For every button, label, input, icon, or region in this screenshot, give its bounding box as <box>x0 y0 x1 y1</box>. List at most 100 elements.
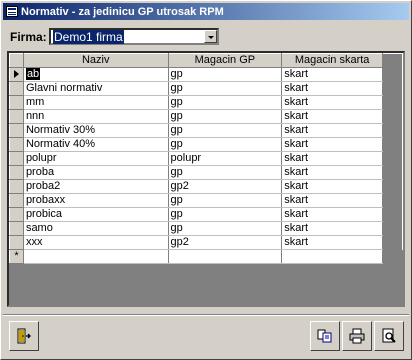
new-record-selector[interactable]: * <box>9 249 24 264</box>
cell-naziv[interactable]: Normativ 40% <box>23 137 169 152</box>
normativ-datasheet[interactable]: Naziv Magacin GP Magacin skarta ab gp skar… <box>7 51 405 307</box>
table-row[interactable]: probica gp skart <box>9 207 403 222</box>
new-record-cell[interactable] <box>168 249 283 264</box>
cell-naziv[interactable]: nnn <box>23 109 169 124</box>
cell-magacin-gp[interactable]: gp <box>168 123 283 138</box>
record-selector[interactable] <box>9 137 24 152</box>
table-row[interactable]: ab gp skart <box>9 67 403 82</box>
cell-text: gp <box>170 82 183 94</box>
cell-magacin-skarta[interactable]: skart <box>281 67 384 82</box>
chevron-down-icon[interactable] <box>204 30 217 43</box>
row-filler <box>382 123 403 138</box>
window-title: Normativ - za jedinicu GP utrosak RPM <box>21 5 224 18</box>
copy-button[interactable] <box>310 321 340 351</box>
record-selector[interactable] <box>9 221 24 236</box>
print-preview-button[interactable] <box>374 321 404 351</box>
cell-text: nnn <box>25 110 45 122</box>
table-row[interactable]: proba2 gp2 skart <box>9 179 403 194</box>
cell-naziv[interactable]: mm <box>23 95 169 110</box>
table-row[interactable]: samo gp skart <box>9 221 403 236</box>
table-row[interactable]: xxx gp2 skart <box>9 235 403 250</box>
cell-magacin-gp[interactable]: polupr <box>168 151 283 166</box>
cell-magacin-skarta[interactable]: skart <box>281 235 384 250</box>
table-row[interactable]: probaxx gp skart <box>9 193 403 208</box>
cell-magacin-skarta[interactable]: skart <box>281 109 384 124</box>
cell-magacin-gp[interactable]: gp <box>168 221 283 236</box>
cell-magacin-skarta[interactable]: skart <box>281 151 384 166</box>
cell-naziv[interactable]: ab <box>23 67 169 82</box>
exit-button[interactable] <box>9 321 39 351</box>
record-selector[interactable] <box>9 95 24 110</box>
record-selector[interactable] <box>9 165 24 180</box>
row-filler <box>382 95 403 110</box>
cell-magacin-skarta[interactable]: skart <box>281 207 384 222</box>
column-header-magacin-skarta[interactable]: Magacin skarta <box>281 53 384 68</box>
table-row[interactable]: Normativ 40% gp skart <box>9 137 403 152</box>
table-row[interactable]: nnn gp skart <box>9 109 403 124</box>
record-selector[interactable] <box>9 109 24 124</box>
cell-naziv[interactable]: Normativ 30% <box>23 123 169 138</box>
cell-text: probaxx <box>25 194 66 206</box>
table-row[interactable]: mm gp skart <box>9 95 403 110</box>
cell-magacin-skarta[interactable]: skart <box>281 123 384 138</box>
cell-magacin-gp[interactable]: gp <box>168 165 283 180</box>
cell-magacin-gp[interactable]: gp <box>168 81 283 96</box>
record-selector[interactable] <box>9 193 24 208</box>
cell-magacin-gp[interactable]: gp2 <box>168 179 283 194</box>
cell-naziv[interactable]: proba <box>23 165 169 180</box>
record-selector[interactable] <box>9 123 24 138</box>
cell-magacin-skarta[interactable]: skart <box>281 165 384 180</box>
cell-naziv[interactable]: proba2 <box>23 179 169 194</box>
new-record-cell[interactable] <box>281 249 384 264</box>
record-selector[interactable] <box>9 81 24 96</box>
row-filler <box>382 109 403 124</box>
cell-magacin-gp[interactable]: gp <box>168 137 283 152</box>
cell-magacin-gp[interactable]: gp <box>168 207 283 222</box>
row-filler <box>382 137 403 152</box>
table-row[interactable]: polupr polupr skart <box>9 151 403 166</box>
record-selector[interactable] <box>9 151 24 166</box>
copy-icon <box>317 328 333 344</box>
corner-selector[interactable] <box>9 53 24 68</box>
row-filler <box>382 81 403 96</box>
column-header-naziv[interactable]: Naziv <box>22 53 169 68</box>
cell-naziv[interactable]: probica <box>23 207 169 222</box>
cell-magacin-skarta[interactable]: skart <box>281 221 384 236</box>
cell-text: skart <box>284 222 309 234</box>
cell-naziv[interactable]: probaxx <box>23 193 169 208</box>
cell-magacin-skarta[interactable]: skart <box>281 95 384 110</box>
firma-combobox[interactable]: Demo1 firma <box>49 28 219 45</box>
print-button[interactable] <box>342 321 372 351</box>
cell-naziv[interactable]: xxx <box>23 235 169 250</box>
table-row[interactable]: Normativ 30% gp skart <box>9 123 403 138</box>
cell-naziv[interactable]: samo <box>23 221 169 236</box>
record-selector[interactable] <box>9 179 24 194</box>
new-record-row[interactable]: * <box>9 249 403 264</box>
cell-magacin-gp[interactable]: gp <box>168 95 283 110</box>
cell-magacin-skarta[interactable]: skart <box>281 179 384 194</box>
record-selector[interactable] <box>9 235 24 250</box>
record-selector[interactable] <box>9 207 24 222</box>
firma-row: Firma: <box>10 28 50 46</box>
header-row: Naziv Magacin GP Magacin skarta <box>9 53 403 68</box>
cell-text: gp <box>170 194 183 206</box>
cell-magacin-gp[interactable]: gp <box>168 193 283 208</box>
new-record-cell[interactable] <box>23 249 169 264</box>
cell-magacin-gp[interactable]: gp <box>168 67 283 82</box>
cell-naziv[interactable]: Glavni normativ <box>23 81 169 96</box>
cell-magacin-gp[interactable]: gp2 <box>168 235 283 250</box>
cell-naziv[interactable]: polupr <box>23 151 169 166</box>
cell-magacin-skarta[interactable]: skart <box>281 193 384 208</box>
record-selector[interactable] <box>9 67 24 82</box>
cell-text: gp <box>170 68 183 80</box>
row-filler <box>382 165 403 180</box>
firma-label: Firma: <box>10 30 47 44</box>
cell-magacin-gp[interactable]: gp <box>168 109 283 124</box>
cell-magacin-skarta[interactable]: skart <box>281 137 384 152</box>
cell-text: gp <box>170 208 183 220</box>
table-row[interactable]: Glavni normativ gp skart <box>9 81 403 96</box>
table-row[interactable]: proba gp skart <box>9 165 403 180</box>
cell-magacin-skarta[interactable]: skart <box>281 81 384 96</box>
column-header-magacin-gp[interactable]: Magacin GP <box>167 53 283 68</box>
cell-text: probica <box>25 208 63 220</box>
